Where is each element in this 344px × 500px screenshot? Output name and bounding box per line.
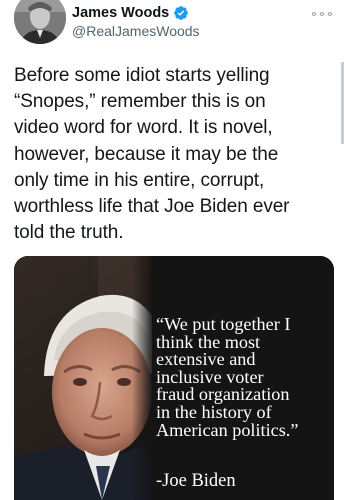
tweet-text: Before some idiot starts yelling “Snopes…	[14, 65, 290, 244]
more-dot	[328, 12, 332, 16]
quote-attribution: -Joe Biden	[156, 471, 236, 491]
display-name[interactable]: James Woods	[72, 5, 169, 21]
more-options-icon[interactable]	[312, 8, 332, 20]
more-dot	[312, 12, 316, 16]
quote-text: “We put together I think the most extens…	[156, 314, 299, 440]
tweet-media-image[interactable]: “We put together I think the most extens…	[14, 256, 334, 500]
avatar-photo	[14, 0, 66, 44]
tweet-header: James Woods @RealJamesWoods	[0, 0, 344, 50]
avatar[interactable]	[14, 0, 66, 44]
handle[interactable]: @RealJamesWoods	[72, 23, 200, 39]
more-dot	[320, 12, 324, 16]
author-name-row[interactable]: James Woods	[72, 4, 189, 22]
verified-badge-icon	[173, 5, 189, 21]
